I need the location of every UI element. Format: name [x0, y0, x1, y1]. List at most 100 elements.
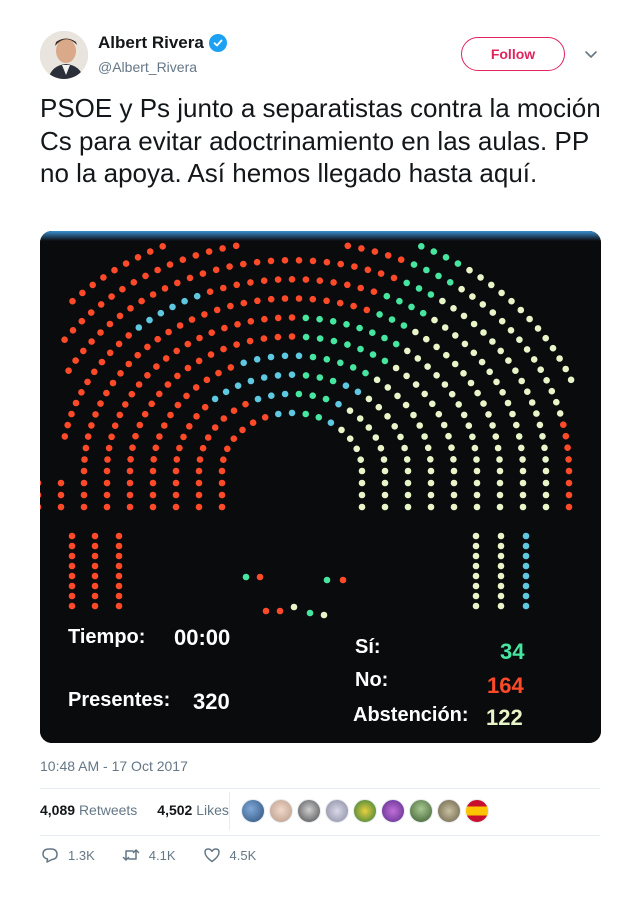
tweet-photo[interactable]: Tiempo: 00:00 Presentes: 320 Sí: 34 No: …	[40, 231, 601, 743]
seat-dot	[522, 592, 530, 600]
seat-dot	[68, 592, 76, 600]
seat-dot	[91, 368, 98, 376]
seat-dot	[421, 433, 428, 440]
follow-button[interactable]: Follow	[461, 37, 565, 71]
seat-dot	[329, 318, 337, 325]
seat-dot	[116, 411, 124, 419]
seat-dot	[208, 329, 215, 336]
seat-dot	[404, 503, 412, 511]
seat-dot	[302, 314, 310, 322]
seat-dot	[508, 297, 515, 305]
seat-dot	[261, 315, 268, 323]
seat-dot	[471, 444, 479, 452]
liker-avatar[interactable]	[325, 799, 349, 823]
seat-dot	[84, 433, 92, 440]
reply-button[interactable]: 1.3K	[40, 845, 95, 865]
seat-dot	[518, 444, 525, 452]
seat-dot	[565, 456, 572, 463]
seat-dot	[472, 572, 480, 580]
seat-dot	[174, 279, 181, 287]
seat-dot	[138, 297, 145, 305]
seat-dot	[419, 309, 427, 317]
retweet-button[interactable]: 4.1K	[121, 845, 176, 865]
seat-dot	[141, 410, 149, 418]
divider	[40, 788, 600, 789]
seat-dot	[146, 248, 154, 255]
seat-dot	[397, 433, 404, 441]
seat-dot	[288, 409, 296, 417]
seat-dot	[344, 242, 352, 250]
seat-dot	[384, 413, 391, 420]
seat-dot	[509, 410, 516, 418]
seat-dot	[489, 422, 496, 429]
no-label: No:	[355, 669, 388, 691]
seat-dot	[515, 433, 523, 440]
liker-avatar[interactable]	[437, 799, 461, 823]
seat-dot	[472, 542, 480, 550]
seat-dot	[530, 356, 538, 363]
seat-dot	[316, 374, 324, 381]
seat-dot	[295, 390, 303, 398]
si-label: Sí:	[355, 636, 381, 658]
seat-dot	[172, 491, 180, 499]
seat-dot	[233, 341, 240, 348]
seat-dot	[410, 261, 418, 268]
seat-dot	[87, 309, 95, 316]
seat-dot	[519, 467, 527, 475]
seat-dot	[274, 276, 282, 283]
author-name[interactable]: Albert Rivera	[98, 33, 204, 53]
liker-avatar[interactable]	[465, 799, 489, 823]
seat-dot	[91, 552, 99, 560]
liker-avatar[interactable]	[269, 799, 293, 823]
seat-dot	[410, 411, 417, 419]
chevron-down-icon[interactable]	[583, 46, 599, 62]
tweet-timestamp[interactable]: 10:48 AM - 17 Oct 2017	[40, 758, 188, 774]
seat-dot	[362, 369, 369, 377]
seat-dot	[184, 364, 192, 372]
seat-dot	[383, 292, 391, 300]
liker-avatar[interactable]	[241, 799, 265, 823]
seat-dot	[401, 444, 408, 452]
presentes-label: Presentes:	[68, 689, 170, 711]
seat-dot	[220, 456, 227, 463]
seat-dot	[528, 399, 536, 406]
seat-dot	[91, 562, 99, 570]
author-name-row[interactable]: Albert Rivera	[98, 33, 227, 53]
seat-dot	[309, 392, 317, 399]
seat-dot	[268, 392, 275, 399]
author-handle[interactable]: @Albert_Rivera	[98, 59, 197, 75]
seat-dot	[117, 370, 124, 377]
liker-avatar[interactable]	[381, 799, 405, 823]
seat-dot	[281, 390, 289, 398]
seat-dot	[534, 325, 542, 332]
like-button[interactable]: 4.5K	[202, 845, 257, 865]
retweets-stat[interactable]: 4,089 Retweets	[40, 802, 137, 818]
author-avatar[interactable]	[40, 31, 88, 79]
seat-dot	[441, 324, 449, 331]
seat-dot	[496, 467, 504, 475]
liker-avatar[interactable]	[409, 799, 433, 823]
seat-dot	[440, 421, 448, 429]
seat-dot	[567, 376, 575, 384]
seat-dot	[136, 421, 144, 429]
stats-separator	[229, 792, 230, 830]
seat-dot	[497, 552, 505, 560]
liker-avatar[interactable]	[297, 799, 321, 823]
seat-dot	[473, 503, 481, 511]
abstencion-label: Abstención:	[353, 704, 469, 726]
like-count: 4.5K	[229, 847, 257, 863]
seat-dot	[435, 272, 442, 280]
likes-stat[interactable]: 4,502 Likes	[157, 802, 229, 818]
seat-dot	[213, 306, 221, 314]
seat-dot	[365, 424, 373, 431]
seat-dot	[260, 335, 268, 342]
seat-dot	[220, 284, 227, 292]
seat-dot	[556, 355, 563, 362]
seat-dot	[404, 347, 411, 355]
seat-dot	[126, 479, 134, 487]
liker-avatar[interactable]	[353, 799, 377, 823]
seat-dot	[61, 433, 69, 440]
seat-dot	[412, 381, 420, 388]
seat-dot	[288, 314, 296, 321]
seat-dot	[218, 491, 226, 499]
